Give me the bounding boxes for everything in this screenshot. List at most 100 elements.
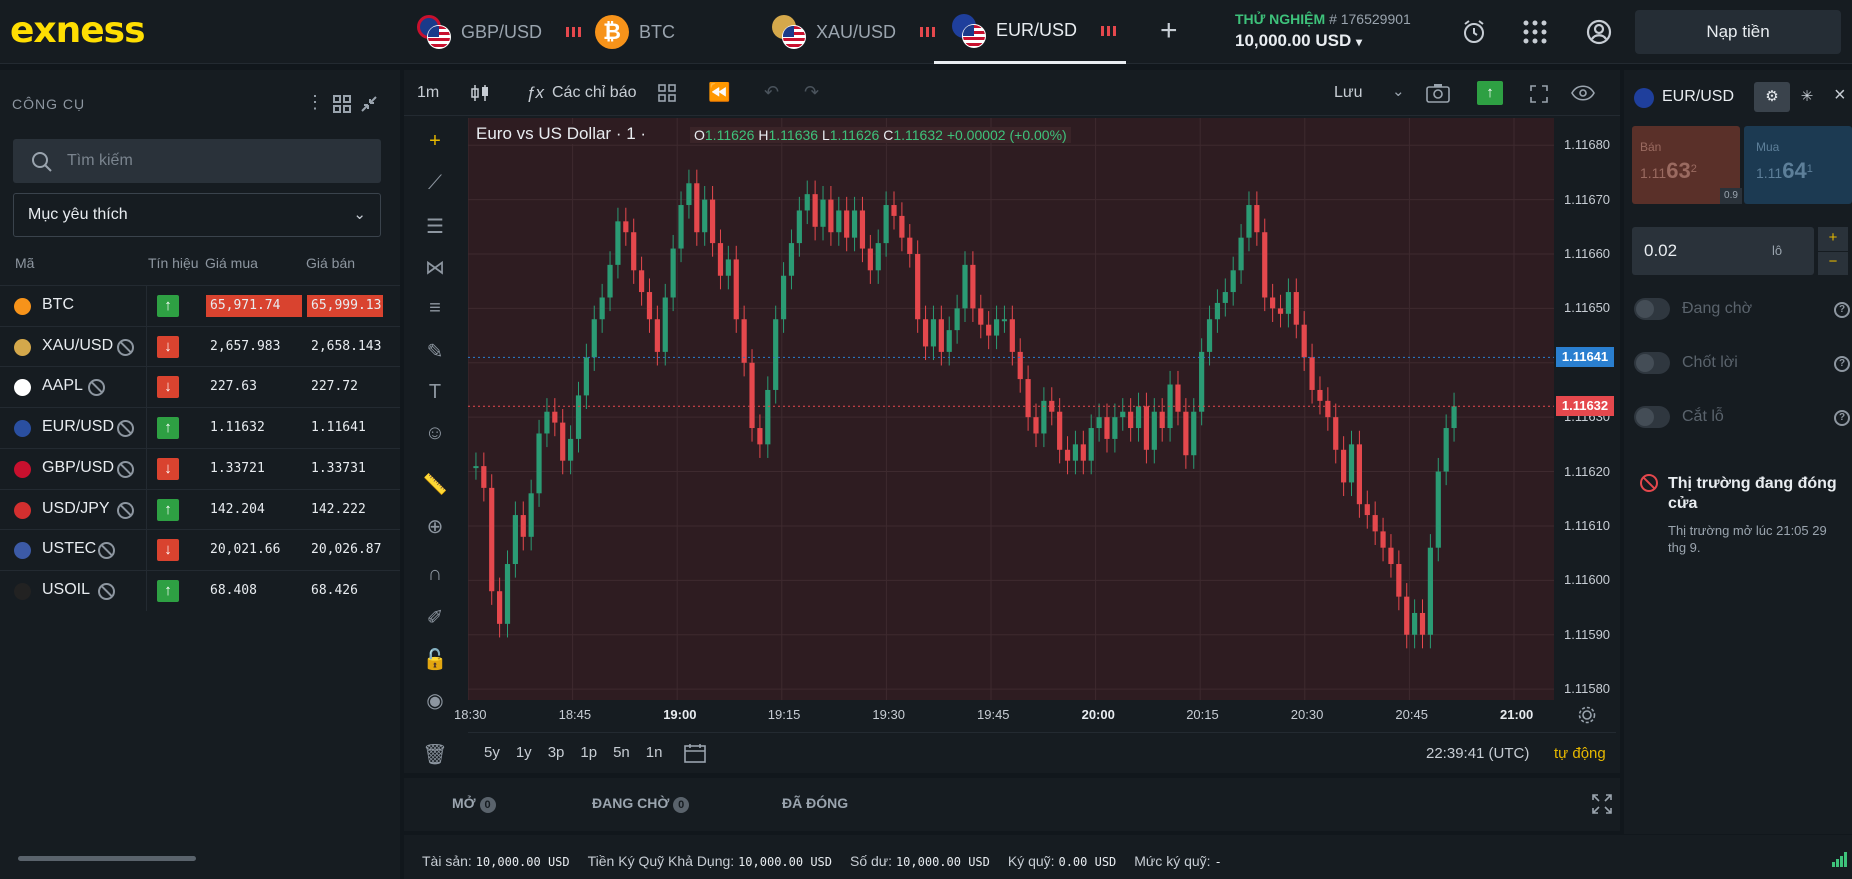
signal-up-icon[interactable]: ↑ bbox=[157, 579, 179, 602]
emoji-icon[interactable]: ☺ bbox=[422, 422, 448, 448]
replay-icon[interactable]: ⏪ bbox=[708, 82, 730, 103]
bid-price[interactable]: 142.204 bbox=[206, 499, 302, 521]
ask-price[interactable]: 2,658.143 bbox=[307, 336, 383, 358]
ask-price[interactable]: 142.222 bbox=[307, 499, 383, 521]
bid-price[interactable]: 68.408 bbox=[206, 580, 302, 602]
eye-icon[interactable] bbox=[1571, 84, 1595, 102]
auto-scale-button[interactable]: tự động bbox=[1554, 745, 1606, 762]
unlock-icon[interactable]: 🔓 bbox=[422, 647, 448, 673]
close-icon[interactable]: × bbox=[1834, 84, 1846, 107]
bid-price[interactable]: 1.33721 bbox=[206, 458, 302, 480]
price-axis[interactable]: 1.116801.116701.116601.116501.116401.116… bbox=[1554, 118, 1616, 700]
magnet-icon[interactable]: ∩ bbox=[422, 563, 448, 589]
range-5y[interactable]: 5y bbox=[484, 744, 500, 761]
volume-increase-button[interactable]: + bbox=[1818, 227, 1848, 251]
help-icon[interactable]: ? bbox=[1834, 356, 1850, 372]
price-chart[interactable]: Euro vs US Dollar · 1 · O1.11626 H1.1163… bbox=[467, 118, 1554, 700]
signal-down-icon[interactable]: ↓ bbox=[157, 457, 179, 480]
signal-down-icon[interactable]: ↓ bbox=[157, 539, 179, 562]
signal-down-icon[interactable]: ↓ bbox=[157, 376, 179, 399]
instrument-row[interactable]: AAPL ↓ 227.63 227.72 bbox=[0, 366, 400, 406]
help-icon[interactable]: ? bbox=[1834, 410, 1850, 426]
undo-icon[interactable]: ↶ bbox=[764, 82, 779, 103]
trend-line-icon[interactable]: ⟋ bbox=[422, 172, 448, 198]
bid-price[interactable]: 1.11632 bbox=[206, 417, 302, 439]
time-axis[interactable]: 18:30 18:45 19:00 19:15 19:30 19:45 20:00 20:15… bbox=[454, 700, 1616, 730]
signal-down-icon[interactable]: ↓ bbox=[157, 335, 179, 358]
buy-button[interactable]: Mua 1.11641 bbox=[1744, 126, 1852, 204]
deposit-button[interactable]: Nạp tiền bbox=[1635, 10, 1841, 54]
interval-button[interactable]: 1m bbox=[417, 84, 439, 102]
help-icon[interactable]: ? bbox=[1834, 302, 1850, 318]
signal-up-icon[interactable]: ↑ bbox=[157, 498, 179, 521]
instrument-row[interactable]: EUR/USD ↑ 1.11632 1.11641 bbox=[0, 407, 400, 447]
zoom-in-icon[interactable]: ⊕ bbox=[422, 514, 448, 540]
order-settings-icon[interactable]: ⚙ bbox=[1754, 82, 1790, 112]
brush-icon[interactable]: ✎ bbox=[422, 339, 448, 365]
signal-up-icon[interactable]: ↑ bbox=[157, 417, 179, 440]
instrument-row[interactable]: USTEC ↓ 20,021.66 20,026.87 bbox=[0, 529, 400, 569]
apps-grid-icon[interactable] bbox=[1522, 19, 1548, 45]
fib-icon[interactable]: ≡ bbox=[422, 297, 448, 323]
range-1p[interactable]: 1p bbox=[580, 744, 597, 761]
ask-price[interactable]: 1.33731 bbox=[307, 458, 383, 480]
instrument-row[interactable]: USOIL ↑ 68.408 68.426 bbox=[0, 569, 400, 610]
take-profit-toggle[interactable] bbox=[1634, 352, 1670, 374]
search-input[interactable]: Tìm kiếm bbox=[13, 139, 381, 183]
crosshair-icon[interactable]: + bbox=[422, 130, 448, 156]
bid-price[interactable]: 227.63 bbox=[206, 376, 302, 398]
upload-icon[interactable]: ↑ bbox=[1477, 81, 1503, 105]
trash-icon[interactable]: 🗑 bbox=[422, 742, 448, 768]
ask-price[interactable]: 20,026.87 bbox=[307, 539, 383, 561]
watchlist-select[interactable]: Mục yêu thích ⌄ bbox=[13, 193, 381, 237]
instrument-row[interactable]: XAU/USD ↓ 2,657.983 2,658.143 bbox=[0, 325, 400, 366]
add-tab-icon[interactable]: + bbox=[1160, 14, 1178, 48]
calendar-icon[interactable] bbox=[684, 743, 706, 763]
tab-gbpusd[interactable]: GBP/USD bbox=[417, 0, 582, 64]
lock-drawing-icon[interactable]: ✐ bbox=[422, 605, 448, 631]
pending-toggle[interactable] bbox=[1634, 298, 1670, 320]
ruler-icon[interactable]: 📏 bbox=[422, 472, 448, 498]
one-click-icon[interactable]: ✳ bbox=[1792, 82, 1822, 112]
tab-pending-orders[interactable]: ĐANG CHỜ 0 bbox=[592, 795, 690, 813]
volume-decrease-button[interactable]: − bbox=[1818, 252, 1848, 275]
layout-grid-icon[interactable] bbox=[658, 84, 676, 102]
expand-icon[interactable] bbox=[1592, 794, 1612, 814]
bid-price[interactable]: 2,657.983 bbox=[206, 336, 302, 358]
ask-price[interactable]: 1.11641 bbox=[307, 417, 383, 439]
bid-price[interactable]: 20,021.66 bbox=[206, 539, 302, 561]
tab-closed-orders[interactable]: ĐÃ ĐÓNG bbox=[782, 795, 848, 811]
collapse-panel-icon[interactable] bbox=[360, 95, 378, 113]
user-profile-icon[interactable] bbox=[1585, 18, 1613, 46]
stop-loss-toggle[interactable] bbox=[1634, 406, 1670, 428]
text-icon[interactable]: T bbox=[422, 381, 448, 407]
chevron-down-icon[interactable]: ⌄ bbox=[1392, 82, 1405, 100]
tab-xauusd[interactable]: XAU/USD bbox=[772, 0, 936, 64]
pattern-icon[interactable]: ⋈ bbox=[422, 255, 448, 281]
hide-drawings-icon[interactable]: ◉ bbox=[422, 688, 448, 714]
redo-icon[interactable]: ↷ bbox=[804, 82, 819, 103]
grid-view-icon[interactable] bbox=[333, 95, 351, 113]
settings-gear-icon[interactable] bbox=[1578, 706, 1596, 724]
range-1n[interactable]: 1n bbox=[646, 744, 663, 761]
candle-type-icon[interactable] bbox=[470, 83, 490, 103]
ask-price[interactable]: 227.72 bbox=[307, 376, 383, 398]
signal-up-icon[interactable]: ↑ bbox=[157, 295, 179, 317]
fullscreen-icon[interactable] bbox=[1530, 85, 1548, 103]
range-1y[interactable]: 1y bbox=[516, 744, 532, 761]
account-info[interactable]: THỬ NGHIỆM # 176529901 10,000.00 USD ▾ bbox=[1235, 11, 1411, 51]
alarm-clock-icon[interactable] bbox=[1460, 18, 1488, 46]
volume-input[interactable]: 0.02 lô bbox=[1632, 227, 1814, 275]
tab-eurusd[interactable]: EUR/USD bbox=[934, 0, 1126, 64]
ask-price[interactable]: 68.426 bbox=[307, 580, 383, 602]
exness-logo[interactable]: exness bbox=[10, 10, 146, 51]
horizontal-lines-icon[interactable]: ☰ bbox=[422, 214, 448, 240]
instrument-row[interactable]: GBP/USD ↓ 1.33721 1.33731 bbox=[0, 447, 400, 488]
tab-open-orders[interactable]: MỞ 0 bbox=[452, 795, 496, 813]
bid-price[interactable]: 65,971.74 bbox=[206, 295, 302, 317]
tab-btc[interactable]: ₿ BTC bbox=[595, 0, 675, 64]
indicators-button[interactable]: Các chỉ báo bbox=[552, 84, 637, 102]
range-5n[interactable]: 5n bbox=[613, 744, 630, 761]
save-button[interactable]: Lưu bbox=[1334, 84, 1363, 102]
more-vertical-icon[interactable]: ⋮ bbox=[306, 92, 324, 113]
